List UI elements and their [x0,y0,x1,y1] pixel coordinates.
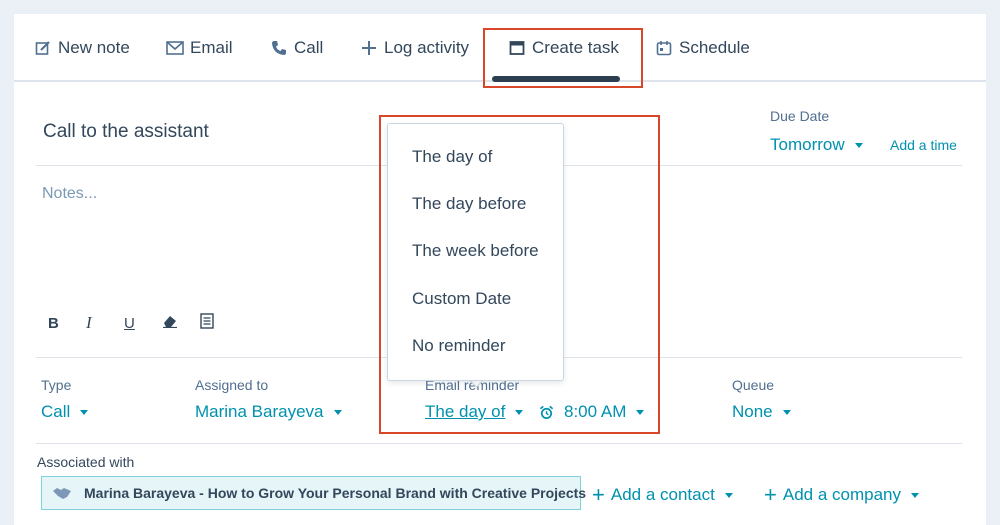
dropdown-option-day-of[interactable]: The day of [412,147,492,167]
underline-icon: U [124,314,135,332]
phone-icon [270,39,288,57]
assigned-select[interactable]: Marina Barayeva [195,402,342,422]
tab-schedule[interactable]: Schedule [655,36,750,60]
reminder-select[interactable]: The day of [425,402,524,422]
underline-button[interactable]: U [124,313,162,333]
add-company-label: Add a company [782,485,901,504]
reminder-time-value: 8:00 AM [564,402,627,421]
chevron-down-icon [515,409,524,415]
dropdown-option-custom-date[interactable]: Custom Date [412,289,511,309]
chevron-down-icon [636,409,645,415]
document-icon [200,313,214,333]
notes-input[interactable]: Notes... [42,185,97,203]
reminder-value: The day of [425,402,506,421]
association-chip[interactable]: Marina Barayeva - How to Grow Your Perso… [41,476,586,510]
tab-label: New note [58,38,130,57]
bold-icon: B [48,314,59,332]
chevron-down-icon [724,492,733,498]
queue-select[interactable]: None [732,402,791,422]
eraser-icon [162,314,178,332]
italic-button[interactable]: I [86,313,124,333]
tab-log-activity[interactable]: Log activity [360,36,469,60]
alarm-clock-icon [539,405,554,420]
active-tab-indicator [492,76,620,82]
due-date-select[interactable]: Tomorrow [770,135,863,155]
add-contact-label: Add a contact [610,485,715,504]
due-date-value: Tomorrow [770,135,845,154]
association-chip-label: Marina Barayeva - How to Grow Your Perso… [84,485,587,501]
dropdown-option-week-before[interactable]: The week before [412,241,539,261]
type-value: Call [41,402,71,421]
plus-icon: + [764,482,777,507]
plus-icon [360,39,378,57]
add-contact-button[interactable]: + Add a contact [592,484,733,506]
activity-tabs [14,14,986,82]
add-company-button[interactable]: + Add a company [764,484,919,506]
tab-label: Log activity [384,38,470,57]
tab-label: Call [294,38,324,57]
queue-label: Queue [732,377,775,393]
assigned-value: Marina Barayeva [195,402,324,421]
chevron-down-icon [782,409,791,415]
chevron-down-icon [333,409,342,415]
due-date-label: Due Date [770,108,830,124]
rich-text-toolbar: B I U [48,313,238,333]
tab-create-task[interactable]: Create task [508,36,619,60]
italic-icon: I [86,313,92,332]
add-time-link[interactable]: Add a time [890,137,957,153]
tab-email[interactable]: Email [166,36,233,60]
chevron-down-icon [80,409,89,415]
chevron-down-icon [854,142,863,148]
associated-with-label: Associated with [37,454,135,470]
chevron-down-icon [911,492,919,498]
handshake-icon [52,486,72,500]
snippet-button[interactable] [200,313,238,333]
type-label: Type [41,377,72,393]
dropdown-option-day-before[interactable]: The day before [412,194,526,214]
edit-icon [34,39,52,57]
type-select[interactable]: Call [41,402,89,422]
calendar-icon [655,39,673,57]
dropdown-option-no-reminder[interactable]: No reminder [412,336,506,356]
tab-new-note[interactable]: New note [34,36,130,60]
fields-divider [36,443,962,444]
tab-call[interactable]: Call [270,36,323,60]
tab-label: Email [190,38,233,57]
plus-icon: + [592,482,605,507]
tab-label: Schedule [679,38,750,57]
task-title[interactable]: Call to the assistant [43,121,209,143]
reminder-dropdown: The day of The day before The week befor… [387,123,564,381]
envelope-icon [166,39,184,57]
queue-value: None [732,402,773,421]
reminder-time-select[interactable]: 8:00 AM [539,402,645,422]
assigned-label: Assigned to [195,377,269,393]
bold-button[interactable]: B [48,313,86,333]
clear-format-button[interactable] [162,313,200,333]
tab-label: Create task [532,38,619,57]
task-icon [508,39,526,57]
